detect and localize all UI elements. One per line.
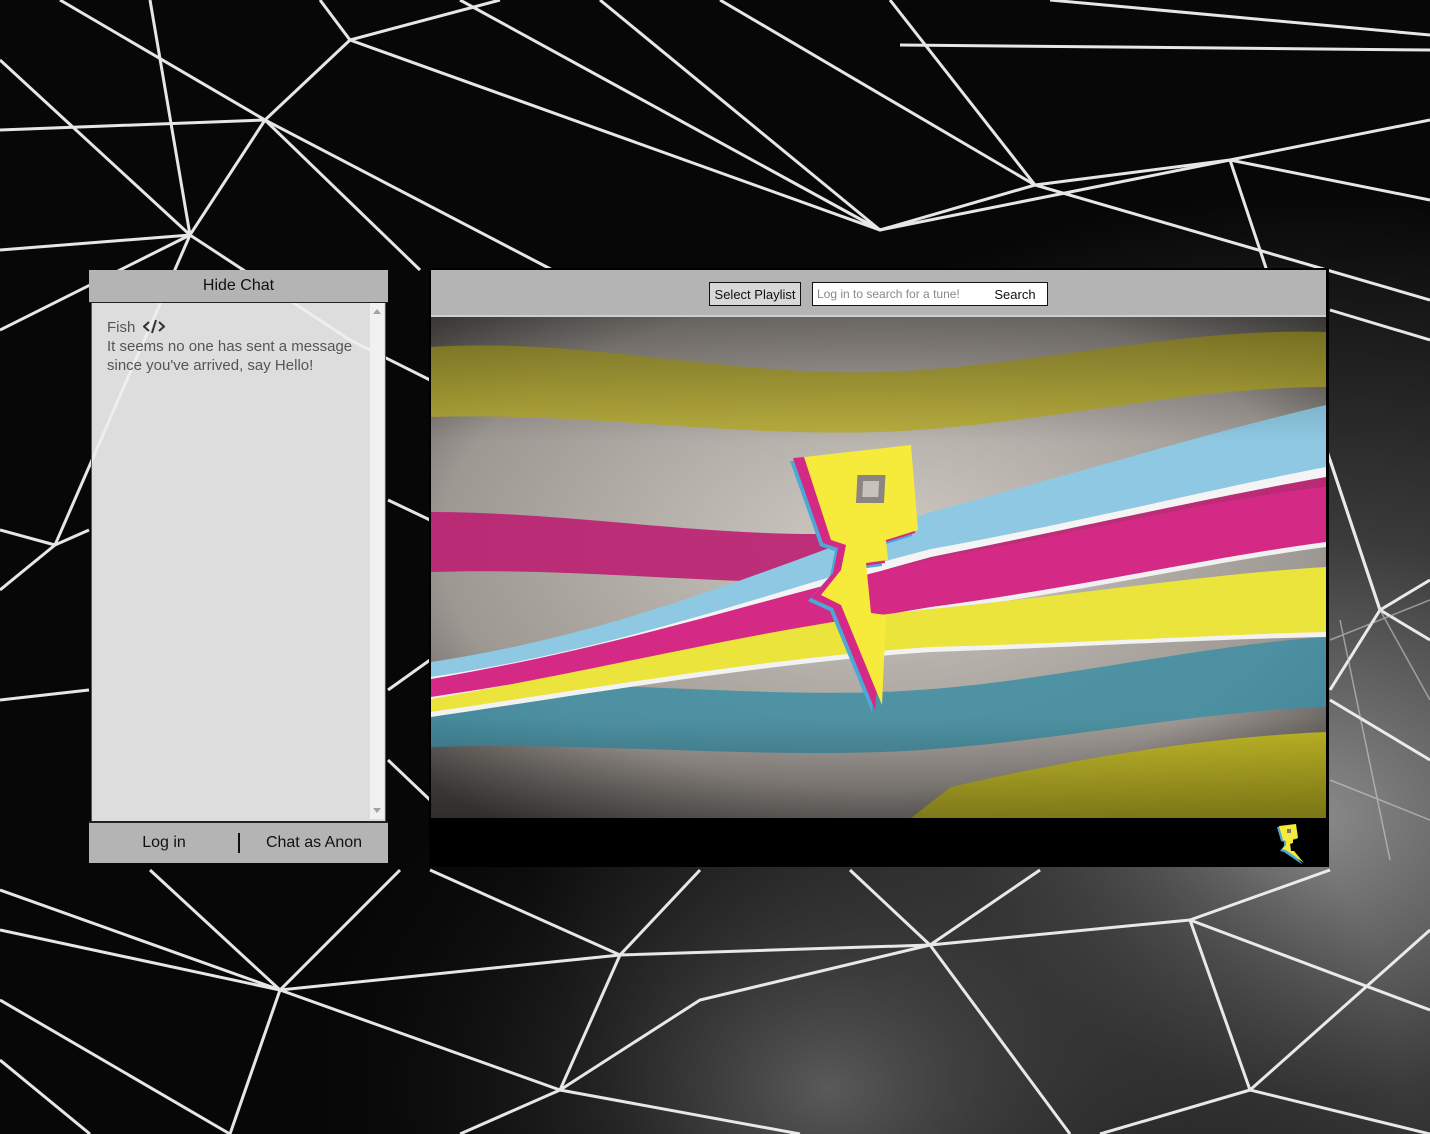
chat-message-header: Fish (107, 318, 362, 337)
search-box: Search (812, 282, 1048, 306)
chat-as-anon-button[interactable]: Chat as Anon (241, 831, 387, 855)
log-in-button[interactable]: Log in (91, 831, 237, 855)
video-control-bar[interactable] (431, 818, 1326, 865)
chat-message: Fish It seems no one has sent a message … (107, 318, 362, 375)
scroll-up-arrow-icon[interactable] (373, 309, 381, 314)
chat-footer: Log in Chat as Anon (89, 821, 388, 863)
chat-panel: Hide Chat Fish It seems no one has sent … (89, 270, 388, 863)
video-frame[interactable] (431, 317, 1326, 818)
chat-message-list: Fish It seems no one has sent a message … (107, 318, 362, 375)
music-player: Select Playlist Search (429, 268, 1329, 867)
chat-scrollbar[interactable] (370, 303, 384, 819)
footer-divider (238, 833, 240, 853)
video-artwork (431, 317, 1326, 818)
chat-message-area[interactable]: Fish It seems no one has sent a message … (91, 303, 386, 821)
chat-message-text: It seems no one has sent a message since… (107, 338, 353, 374)
player-toolbar: Select Playlist Search (431, 270, 1326, 315)
scroll-down-arrow-icon[interactable] (373, 808, 381, 813)
chat-message-user: Fish (107, 319, 136, 336)
hide-chat-button[interactable]: Hide Chat (89, 270, 388, 303)
select-playlist-button[interactable]: Select Playlist (709, 282, 801, 306)
proximity-watermark-icon (1277, 824, 1304, 864)
search-input[interactable] (817, 286, 983, 302)
code-icon (142, 319, 165, 334)
search-button[interactable]: Search (987, 285, 1043, 303)
